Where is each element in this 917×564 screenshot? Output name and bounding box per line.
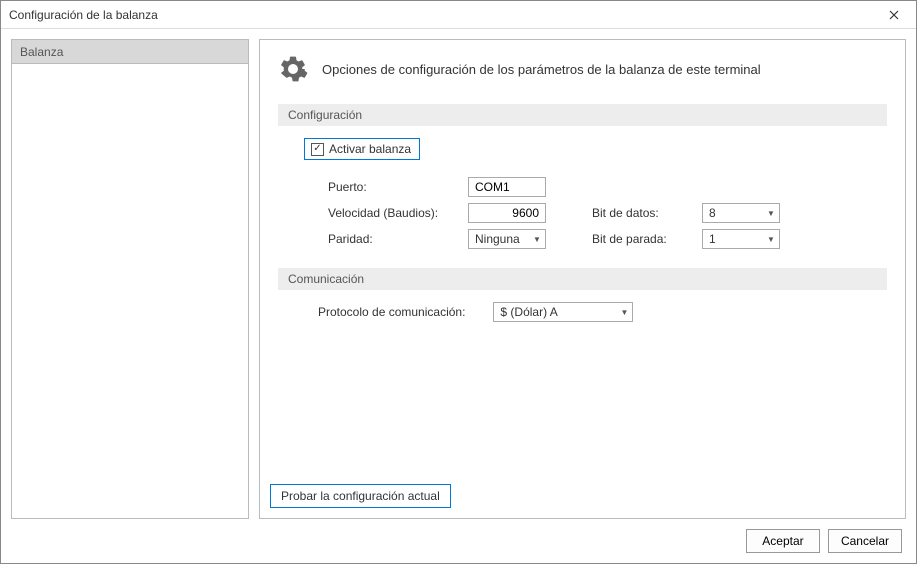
port-input[interactable] (468, 177, 546, 197)
chevron-down-icon: ▼ (529, 235, 545, 244)
protocol-label: Protocolo de comunicación: (318, 305, 465, 319)
dialog-footer: Aceptar Cancelar (1, 519, 916, 563)
databits-select[interactable]: 8 ▼ (702, 203, 780, 223)
config-fields: Puerto: Velocidad (Baudios): Bit de dato… (278, 174, 887, 252)
section-header-comm: Comunicación (278, 268, 887, 290)
close-button[interactable] (872, 1, 916, 29)
window-title: Configuración de la balanza (9, 8, 158, 22)
check-icon: ✓ (311, 143, 324, 156)
gear-icon (278, 54, 308, 84)
protocol-select[interactable]: $ (Dólar) A ▼ (493, 302, 633, 322)
cancel-button[interactable]: Cancelar (828, 529, 902, 553)
main-panel: Opciones de configuración de los parámet… (259, 39, 906, 519)
activate-balanza-label: Activar balanza (329, 142, 411, 156)
parity-value: Ninguna (469, 232, 529, 246)
parity-select[interactable]: Ninguna ▼ (468, 229, 546, 249)
chevron-down-icon: ▼ (763, 235, 779, 244)
stopbits-label: Bit de parada: (592, 232, 702, 246)
baud-label: Velocidad (Baudios): (328, 206, 468, 220)
section-header-config: Configuración (278, 104, 887, 126)
port-label: Puerto: (328, 180, 468, 194)
sidebar-item-balanza[interactable]: Balanza (12, 40, 248, 64)
comm-fields: Protocolo de comunicación: $ (Dólar) A ▼ (278, 302, 887, 322)
chevron-down-icon: ▼ (763, 209, 779, 218)
databits-value: 8 (703, 206, 763, 220)
test-config-button[interactable]: Probar la configuración actual (270, 484, 451, 508)
panel-header: Opciones de configuración de los parámet… (278, 54, 887, 84)
stopbits-select[interactable]: 1 ▼ (702, 229, 780, 249)
chevron-down-icon: ▼ (616, 308, 632, 317)
protocol-value: $ (Dólar) A (494, 305, 616, 319)
sidebar: Balanza (11, 39, 249, 519)
panel-header-text: Opciones de configuración de los parámet… (322, 62, 761, 77)
activate-balanza-checkbox[interactable]: ✓ Activar balanza (304, 138, 420, 160)
databits-label: Bit de datos: (592, 206, 702, 220)
stopbits-value: 1 (703, 232, 763, 246)
content-area: Balanza Opciones de configuración de los… (1, 29, 916, 519)
accept-button[interactable]: Aceptar (746, 529, 820, 553)
parity-label: Paridad: (328, 232, 468, 246)
baud-input[interactable] (468, 203, 546, 223)
titlebar: Configuración de la balanza (1, 1, 916, 29)
close-icon (889, 10, 899, 20)
